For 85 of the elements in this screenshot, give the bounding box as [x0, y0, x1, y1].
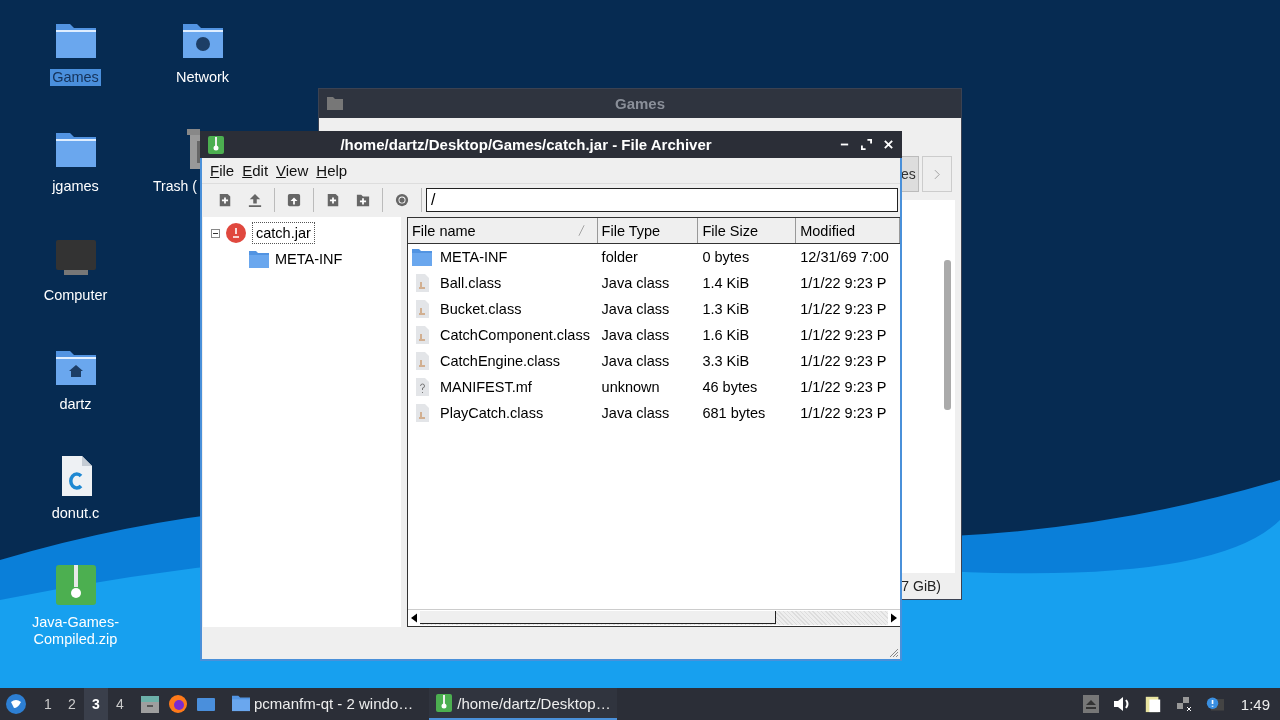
folder-icon — [232, 694, 250, 712]
workspace-button[interactable]: 3 — [84, 688, 108, 720]
desktop-icon-label[interactable]: Network — [173, 69, 232, 86]
menu-item[interactable]: File — [206, 162, 239, 179]
notification-icon[interactable] — [1205, 695, 1224, 713]
table-cell: 1/1/22 9:23 P — [800, 275, 887, 291]
resize-grip-icon[interactable] — [889, 648, 899, 658]
status-text: 7 GiB) — [901, 578, 941, 594]
tree-item[interactable]: META-INF — [275, 251, 343, 267]
file-name[interactable]: META-INF — [440, 249, 508, 265]
column-header[interactable]: File name — [408, 218, 598, 243]
table-cell: 1/1/22 9:23 P — [800, 327, 887, 343]
workspace-button[interactable]: 4 — [108, 688, 132, 720]
table-cell: 12/31/69 7:00 — [800, 249, 889, 265]
folder-icon — [412, 248, 432, 266]
zip-archive-icon[interactable] — [53, 563, 98, 607]
window-title: Games — [614, 95, 665, 112]
desktop-icon-label[interactable]: jgames — [50, 178, 101, 195]
task-button[interactable]: /home/dartz/Desktop… — [429, 688, 617, 720]
scrollbar-thumb[interactable] — [420, 611, 776, 624]
table-cell: 46 bytes — [702, 379, 758, 395]
file-name[interactable]: Bucket.class — [440, 301, 522, 317]
close-icon[interactable] — [883, 139, 894, 150]
desktop-icon-label[interactable]: Computer — [41, 287, 110, 304]
table-cell: Java class — [601, 353, 670, 369]
menu-item[interactable]: Edit — [238, 162, 273, 179]
file-name[interactable]: MANIFEST.mf — [440, 379, 532, 395]
column-header[interactable]: Modified — [796, 218, 900, 243]
column-header[interactable]: File Type — [597, 218, 699, 243]
table-cell: 1/1/22 9:23 P — [800, 353, 887, 369]
tree-item[interactable]: catch.jar — [252, 222, 315, 244]
add-file-icon[interactable] — [326, 192, 340, 207]
chevron-right-icon — [933, 168, 941, 180]
table-cell: 681 bytes — [702, 405, 766, 421]
file-name[interactable]: CatchComponent.class — [440, 327, 590, 343]
upload-icon[interactable] — [248, 192, 262, 207]
table-cell: Java class — [601, 275, 670, 291]
table-cell: 0 bytes — [702, 249, 750, 265]
table-cell: 1.6 KiB — [702, 327, 750, 343]
window-title: /home/dartz/Desktop/Games/catch.jar - File Archiver — [339, 136, 713, 153]
scrollbar-thumb[interactable] — [944, 260, 951, 410]
menu-item[interactable]: Help — [312, 162, 352, 179]
network-icon[interactable] — [1174, 695, 1193, 713]
table-cell: Java class — [601, 301, 670, 317]
folder-icon — [249, 250, 269, 268]
table-cell: unknown — [601, 379, 660, 395]
table-cell: 1/1/22 9:23 P — [800, 379, 887, 395]
archive-icon — [208, 136, 224, 154]
table-cell: 1.3 KiB — [702, 301, 750, 317]
clock[interactable]: 1:49 — [1240, 695, 1270, 713]
table-cell: 1/1/22 9:23 P — [800, 405, 887, 421]
table-cell: folder — [601, 249, 638, 265]
add-folder-icon[interactable] — [356, 192, 370, 207]
archive-box-icon[interactable] — [287, 192, 301, 207]
table-cell: Java class — [601, 327, 670, 343]
folder-icon — [327, 96, 343, 110]
file-name[interactable]: PlayCatch.class — [440, 405, 544, 421]
sort-indicator-icon — [577, 224, 585, 237]
stop-icon[interactable] — [395, 192, 409, 207]
table-cell: 1/1/22 9:23 P — [800, 301, 887, 317]
desktop-icon-label[interactable]: dartz — [57, 396, 94, 413]
desktop-icon-label[interactable]: donut.c — [49, 505, 102, 522]
file-name[interactable]: CatchEngine.class — [440, 353, 561, 369]
restore-icon[interactable] — [861, 139, 872, 150]
volume-icon[interactable] — [1112, 695, 1131, 713]
browser-icon[interactable] — [168, 694, 188, 714]
clipboard-icon[interactable] — [1143, 695, 1162, 713]
collapse-icon[interactable] — [211, 228, 220, 238]
column-header[interactable]: File Size — [698, 218, 797, 243]
file-cabinet-icon[interactable] — [140, 694, 160, 714]
eject-icon[interactable] — [1081, 695, 1100, 713]
table-cell: 3.3 KiB — [702, 353, 750, 369]
location-field[interactable]: / — [426, 187, 898, 212]
table-cell: 1.4 KiB — [702, 275, 750, 291]
menu-item[interactable]: View — [272, 162, 313, 179]
task-button[interactable]: pcmanfm-qt - 2 windo… — [226, 688, 420, 720]
workspace-button[interactable]: 2 — [60, 688, 84, 720]
desktop-icon-label[interactable]: Games — [50, 69, 101, 86]
start-menu-icon[interactable] — [6, 694, 26, 714]
workspace-button[interactable]: 1 — [36, 688, 60, 720]
archive-icon — [435, 694, 454, 712]
new-file-icon[interactable] — [218, 192, 232, 207]
desktop-icon-label[interactable]: Trash ( — [153, 178, 197, 195]
table-cell: Java class — [601, 405, 670, 421]
file-name[interactable]: Ball.class — [440, 275, 502, 291]
